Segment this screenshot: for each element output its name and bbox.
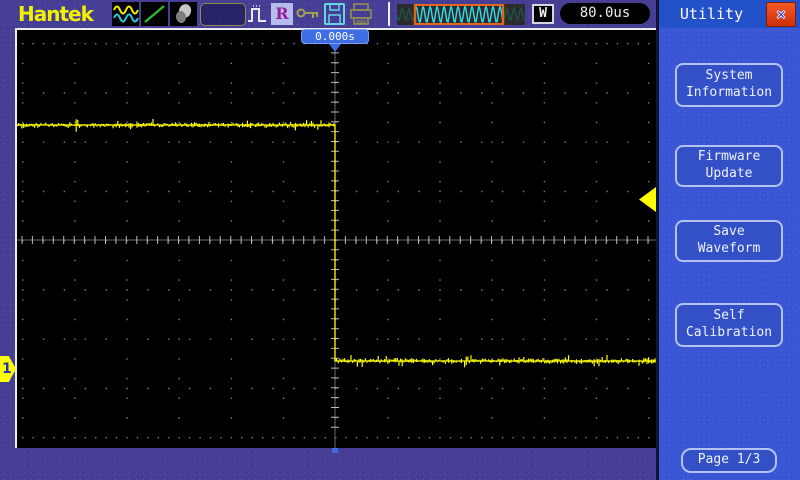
brand-logo: Hantek bbox=[18, 2, 93, 26]
graticule-and-trace bbox=[17, 30, 656, 448]
printer-icon[interactable] bbox=[349, 2, 374, 26]
toolbar-divider bbox=[388, 2, 390, 26]
menu-header: Utility ✕ bbox=[659, 0, 800, 28]
measure-line-icon[interactable] bbox=[141, 2, 168, 26]
key-icon[interactable] bbox=[296, 6, 321, 21]
self-calibration-button[interactable]: Self Calibration bbox=[675, 303, 783, 347]
pan-window-thumbnail[interactable] bbox=[397, 4, 525, 25]
trigger-position-pointer-icon bbox=[329, 44, 341, 52]
save-floppy-icon[interactable] bbox=[323, 2, 346, 26]
firmware-update-button[interactable]: Firmware Update bbox=[675, 145, 783, 187]
system-information-button[interactable]: System Information bbox=[675, 63, 783, 107]
window-mode-badge: W bbox=[532, 4, 554, 24]
empty-slot bbox=[200, 3, 246, 26]
channel1-ground-marker[interactable]: 1 bbox=[0, 356, 16, 382]
status-bar: DC 20 1.00V CH1 3.48V 0.00000Hz bbox=[0, 448, 656, 480]
waveform-noise bbox=[17, 119, 655, 367]
pulse-icon[interactable] bbox=[246, 2, 268, 26]
hand-print-icon[interactable] bbox=[170, 2, 197, 26]
waveform-display bbox=[15, 28, 656, 448]
page-button[interactable]: Page 1/3 bbox=[681, 448, 777, 473]
save-waveform-button[interactable]: Save Waveform bbox=[675, 220, 783, 262]
record-icon[interactable]: R bbox=[271, 3, 293, 25]
menu-title: Utility bbox=[659, 0, 764, 28]
oscilloscope-screen: Hantek R bbox=[0, 0, 800, 480]
channel-waves-icon[interactable] bbox=[112, 2, 139, 26]
close-button[interactable]: ✕ bbox=[766, 2, 796, 27]
timebase-window-readout: 80.0us bbox=[560, 3, 650, 24]
top-toolbar: Hantek R bbox=[0, 0, 656, 28]
trigger-position-tag[interactable]: 0.000s bbox=[301, 29, 369, 44]
waveform-trace bbox=[17, 125, 656, 361]
menu-panel: Utility ✕ System Information Firmware Up… bbox=[656, 0, 800, 480]
